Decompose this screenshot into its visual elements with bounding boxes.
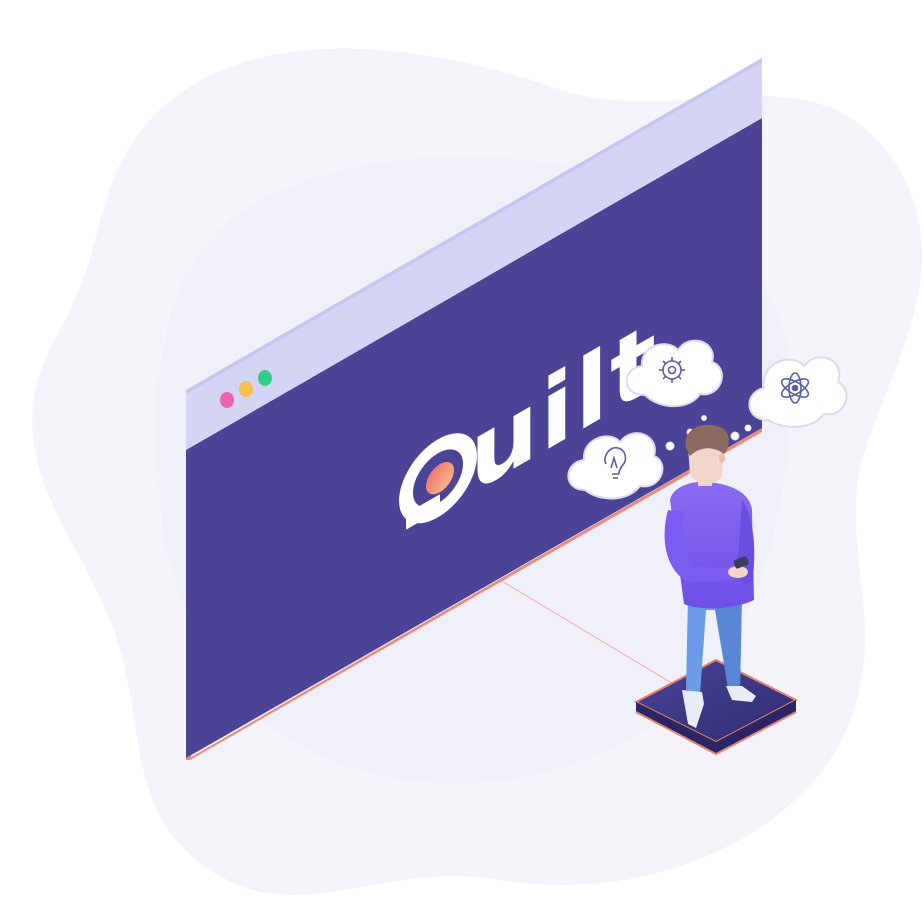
close-dot[interactable] [220,392,234,408]
maximize-dot[interactable] [258,370,272,386]
illustration-scene: uilt [32,48,922,895]
minimize-dot[interactable] [239,381,253,397]
